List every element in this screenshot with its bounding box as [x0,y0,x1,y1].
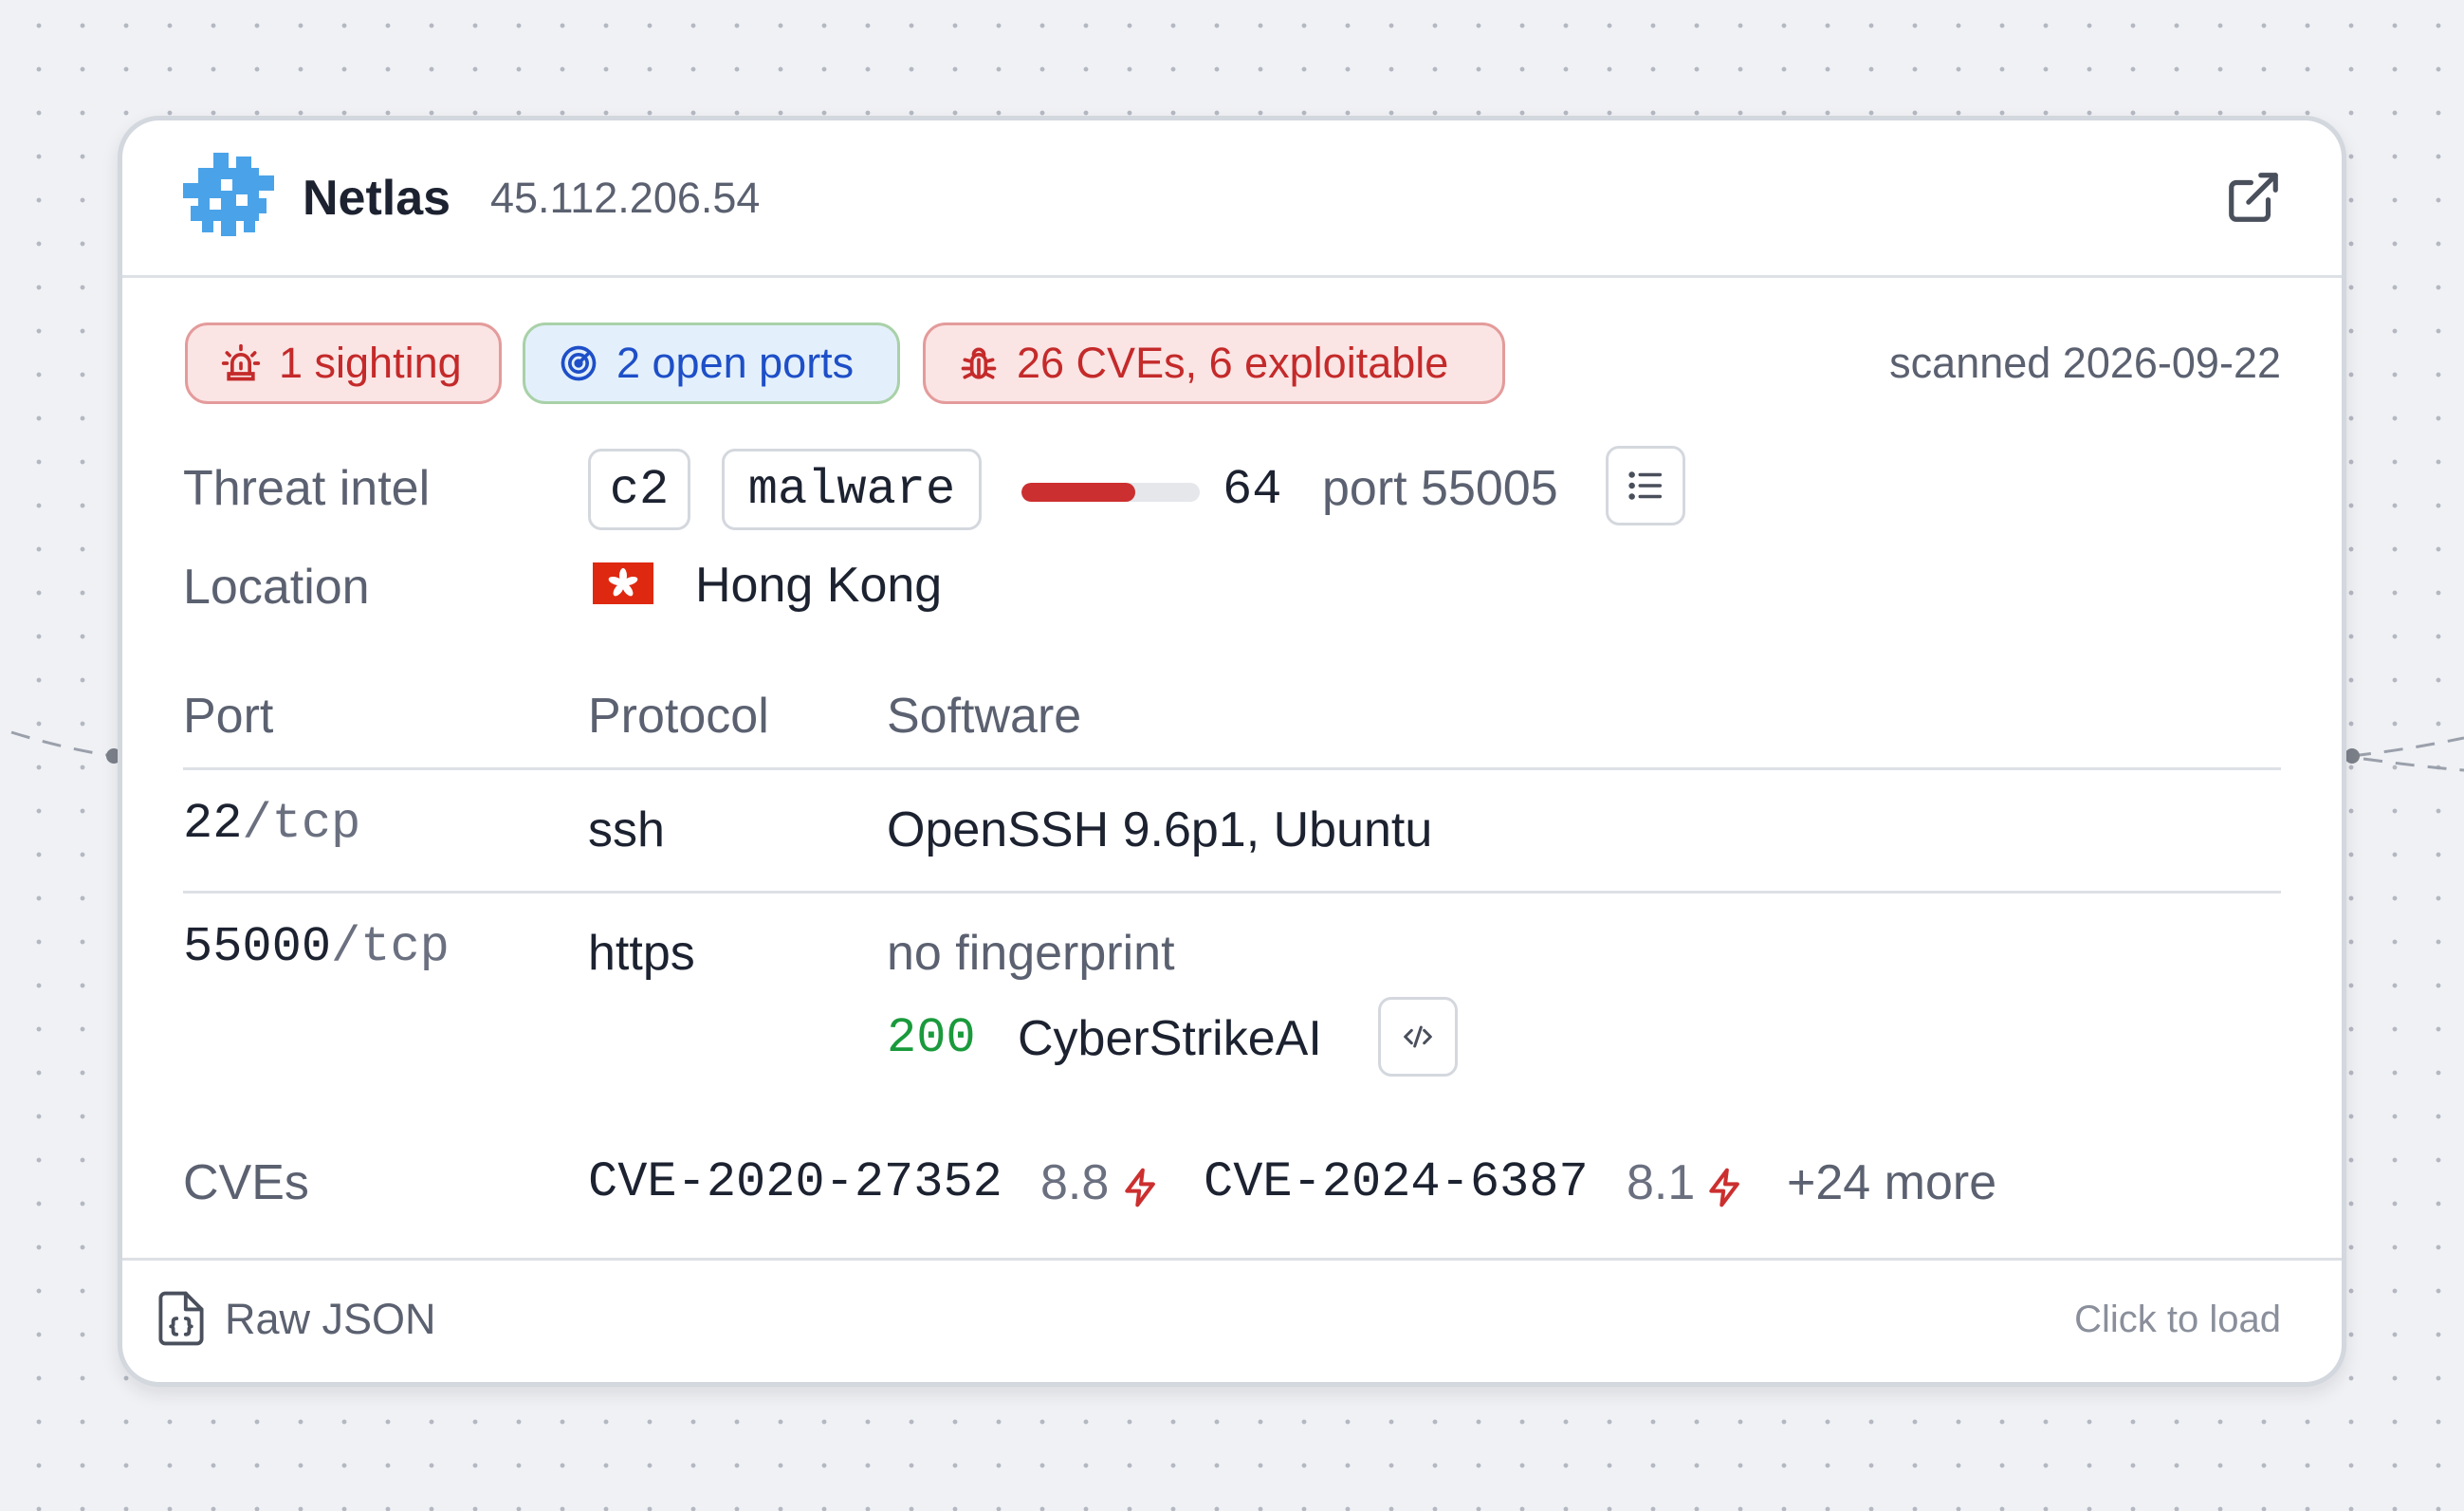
right-edge-line-2 [2363,757,2464,772]
location-value: Hong Kong [695,558,943,613]
scanned-date: scanned 2026-09-22 [1889,339,2281,387]
raw-json-footer[interactable]: Raw JSON Click to load [122,1258,2342,1382]
json-file-icon [158,1291,204,1346]
threat-score-bar [1021,483,1200,502]
table-header-protocol: Protocol [588,689,769,744]
threat-port: port 55005 [1322,461,1558,516]
cve-score: 8.8 [1040,1155,1110,1210]
table-header-software: Software [887,689,1082,744]
table-row-divider [183,891,2281,894]
http-title: CyberStrikeAI [1018,1011,1322,1066]
bug-icon [961,347,997,379]
location-label: Location [183,560,370,615]
protocol-cell: https [588,926,695,981]
card-header: Netlas 45.112.206.54 [122,120,2342,278]
threat-intel-label: Threat intel [183,461,431,516]
software-cell: OpenSSH 9.6p1, Ubuntu [887,802,1433,857]
ip-address: 45.112.206.54 [490,174,761,222]
list-icon [1628,471,1663,500]
siren-icon [221,343,261,381]
cves-badge-label: 26 CVEs, 6 exploitable [1017,339,1449,387]
sighting-badge[interactable]: 1 sighting [185,322,502,404]
brand-title: Netlas [303,171,451,226]
port-transport: /tcp [331,919,450,975]
code-icon [1404,1025,1432,1048]
port-number: 22 [183,796,243,852]
cve-link[interactable]: CVE-2020-27352 [588,1154,1002,1210]
exploitable-icon [1125,1168,1155,1207]
cve-link[interactable]: CVE-2024-6387 [1204,1154,1589,1210]
left-edge-line [10,730,115,758]
external-link-icon[interactable] [2224,168,2283,227]
threat-score-fill [1021,483,1136,502]
open-ports-badge[interactable]: 2 open ports [523,322,900,404]
port-transport: /tcp [242,796,361,852]
right-edge-handle[interactable] [2344,748,2360,764]
cves-badge[interactable]: 26 CVEs, 6 exploitable [923,322,1505,404]
more-cves-link[interactable]: +24 more [1787,1154,1996,1211]
protocol-cell: ssh [588,802,665,857]
tag-c2[interactable]: c2 [588,449,690,530]
tag-malware[interactable]: malware [722,449,982,530]
details-list-button[interactable] [1606,446,1685,525]
right-edge-line [2351,736,2464,758]
radar-icon [561,345,597,381]
port-cell: 22/tcp [183,796,360,852]
hong-kong-flag-icon [593,562,653,604]
port-number: 55000 [183,919,332,975]
netlas-logo-icon [183,153,274,236]
open-ports-badge-label: 2 open ports [616,339,855,387]
software-cell: no fingerprint [887,926,1175,981]
port-cell: 55000/tcp [183,919,450,975]
http-status-code: 200 [887,1010,976,1066]
exploitable-icon [1709,1168,1739,1207]
cve-score: 8.1 [1627,1155,1696,1210]
click-to-load-hint: Click to load [2074,1299,2281,1340]
cves-label: CVEs [183,1155,309,1210]
sighting-badge-label: 1 sighting [279,339,462,387]
threat-score: 64 [1223,462,1282,518]
table-header-port: Port [183,689,274,744]
raw-json-label[interactable]: Raw JSON [225,1295,436,1344]
view-html-button[interactable] [1378,997,1458,1077]
table-header-divider [183,767,2281,770]
netlas-node-card[interactable]: Netlas 45.112.206.54 1 sighting 2 open p… [118,116,2346,1387]
